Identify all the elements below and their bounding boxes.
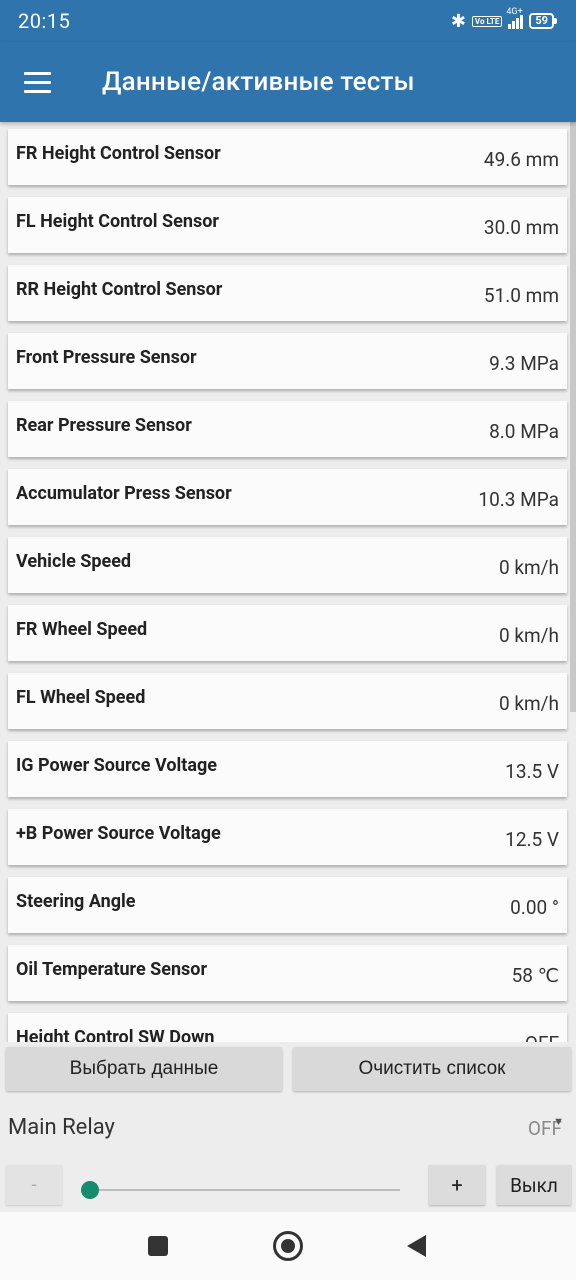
item-value: 0.00 ° xyxy=(510,895,559,919)
list-item[interactable]: Rear Pressure Sensor 8.0 MPa xyxy=(8,401,567,457)
list-item[interactable]: RR Height Control Sensor 51.0 mm xyxy=(8,265,567,321)
item-name: Oil Temperature Sensor xyxy=(16,958,208,980)
item-value: 58 ℃ xyxy=(511,963,559,987)
item-name: FL Height Control Sensor xyxy=(16,210,219,232)
recents-icon[interactable] xyxy=(148,1236,168,1256)
item-value: 12.5 V xyxy=(505,827,559,851)
signal-icon: 4G+ xyxy=(506,7,524,29)
action-buttons: Выбрать данные Очистить список xyxy=(0,1047,576,1093)
item-name: Rear Pressure Sensor xyxy=(16,414,192,436)
clear-list-button[interactable]: Очистить список xyxy=(293,1047,571,1091)
scrollbar[interactable] xyxy=(570,122,576,712)
item-name: FR Wheel Speed xyxy=(16,618,148,640)
hamburger-menu-icon[interactable] xyxy=(0,42,76,122)
battery-icon: 59 xyxy=(529,13,557,29)
select-data-button[interactable]: Выбрать данные xyxy=(6,1047,282,1091)
item-value: 8.0 MPa xyxy=(489,419,559,443)
list-item[interactable]: IG Power Source Voltage 13.5 V xyxy=(8,741,567,797)
item-name: Accumulator Press Sensor xyxy=(16,482,232,504)
status-bar: 20:15 ✱ Vo LTE 4G+ 59 xyxy=(0,0,576,42)
slider-controls: - + Выкл xyxy=(0,1163,576,1207)
network-type: 4G+ xyxy=(506,7,523,17)
item-value: 10.3 MPa xyxy=(478,487,559,511)
status-time: 20:15 xyxy=(18,9,71,33)
item-name: IG Power Source Voltage xyxy=(16,754,217,776)
plus-button[interactable]: + xyxy=(429,1165,485,1205)
active-test-row: Main Relay OFF ▼ xyxy=(0,1105,576,1151)
item-value: 0 km/h xyxy=(499,691,559,715)
list-item[interactable]: FL Wheel Speed 0 km/h xyxy=(8,673,567,729)
list-item[interactable]: FL Height Control Sensor 30.0 mm xyxy=(8,197,567,253)
item-name: Front Pressure Sensor xyxy=(16,346,197,368)
list-item[interactable]: Oil Temperature Sensor 58 ℃ xyxy=(8,945,567,1001)
bluetooth-icon: ✱ xyxy=(450,10,466,32)
item-value: 13.5 V xyxy=(505,759,559,783)
item-value: 9.3 MPa xyxy=(489,351,559,375)
item-name: FL Wheel Speed xyxy=(16,686,146,708)
page-title: Данные/активные тесты xyxy=(102,67,415,97)
item-value: 0 km/h xyxy=(499,623,559,647)
item-name: RR Height Control Sensor xyxy=(16,278,223,300)
back-icon[interactable] xyxy=(407,1235,426,1257)
item-value: 49.6 mm xyxy=(483,147,559,171)
list-item[interactable]: Vehicle Speed 0 km/h xyxy=(8,537,567,593)
dropdown-caret-icon: ▼ xyxy=(553,1115,564,1128)
list-item[interactable]: FR Height Control Sensor 49.6 mm xyxy=(8,129,567,185)
list-item[interactable]: Height Control SW Down OFF xyxy=(8,1013,567,1042)
item-value: 0 km/h xyxy=(499,555,559,579)
off-button[interactable]: Выкл xyxy=(497,1165,571,1205)
active-test-label: Main Relay xyxy=(8,1115,115,1140)
app-bar: Данные/активные тесты xyxy=(0,42,576,122)
active-test-dropdown[interactable]: OFF ▼ xyxy=(528,1115,564,1140)
item-name: Height Control SW Down xyxy=(16,1026,215,1043)
home-icon[interactable] xyxy=(273,1231,303,1261)
slider-thumb[interactable] xyxy=(81,1181,99,1199)
item-name: FR Height Control Sensor xyxy=(16,142,221,164)
item-value: 30.0 mm xyxy=(483,215,559,239)
status-icons: ✱ Vo LTE 4G+ 59 xyxy=(450,7,558,32)
list-item[interactable]: FR Wheel Speed 0 km/h xyxy=(8,605,567,661)
item-name: Steering Angle xyxy=(16,890,136,912)
item-value: OFF xyxy=(525,1032,559,1043)
data-list[interactable]: FR Height Control Sensor 49.6 mm FL Heig… xyxy=(0,122,576,1042)
item-name: Vehicle Speed xyxy=(16,550,132,572)
list-item[interactable]: Steering Angle 0.00 ° xyxy=(8,877,567,933)
list-item[interactable]: Front Pressure Sensor 9.3 MPa xyxy=(8,333,567,389)
item-value: 51.0 mm xyxy=(483,283,559,307)
slider-track[interactable] xyxy=(90,1189,400,1191)
item-name: +B Power Source Voltage xyxy=(16,822,221,844)
list-item[interactable]: +B Power Source Voltage 12.5 V xyxy=(8,809,567,865)
system-nav-bar xyxy=(0,1212,576,1280)
list-item[interactable]: Accumulator Press Sensor 10.3 MPa xyxy=(8,469,567,525)
volte-icon: Vo LTE xyxy=(471,15,503,27)
minus-button[interactable]: - xyxy=(6,1165,62,1205)
